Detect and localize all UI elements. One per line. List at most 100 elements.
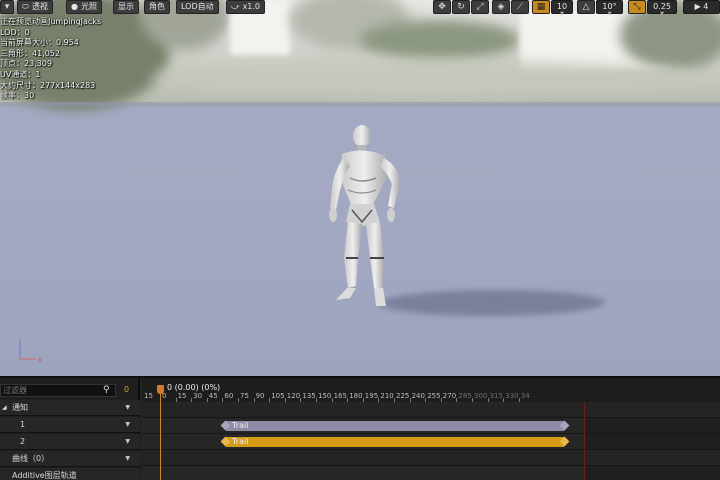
lit-sphere-icon: ● — [71, 2, 78, 11]
ruler-tick-label: 105 — [271, 392, 285, 400]
collapse-arrow-icon[interactable]: ◢ — [2, 400, 7, 416]
grid-snap-value-text: 10 — [556, 2, 568, 11]
playback-speed-label: x1.0 — [242, 2, 261, 11]
chevron-down-icon[interactable]: ▼ — [125, 417, 130, 433]
ruler-tick-label: 165 — [333, 392, 347, 400]
track-area[interactable]: 15 0 15 30 45 60 75 90 105 120 135 150 165 180 195 210 2… — [142, 378, 720, 480]
track-list: ⚲ 0 ◢ 通知 ▼ 1 ▼ 2 ▼ 曲线（0） ▼ Additive图层轨道 — [0, 378, 140, 480]
camera-speed-value-text: 4 — [703, 2, 709, 11]
ruler-tick-label: 225 — [396, 392, 410, 400]
ruler-tick-label: 240 — [411, 392, 425, 400]
search-icon[interactable]: ⚲ — [103, 385, 110, 395]
perspective-button[interactable]: ⬭ 透视 — [17, 0, 53, 14]
translate-icon[interactable]: ✥ — [433, 0, 451, 14]
additive-layer-label: Additive图层轨道 — [12, 471, 77, 480]
uv-channels-text: UV通道：1 — [0, 69, 41, 79]
filter-count: 0 — [124, 385, 130, 394]
scale-icon[interactable]: ⤢ — [471, 0, 489, 14]
vertices-text: 顶点：23,309 — [0, 59, 52, 69]
filter-row: ⚲ 0 — [0, 384, 140, 398]
ruler-tick-label: 135 — [302, 392, 316, 400]
notify-track-2-label: 2 — [20, 437, 26, 446]
ruler-tick-label: 315 — [489, 392, 503, 400]
ruler-tick-label: 180 — [349, 392, 363, 400]
character-shadow — [375, 290, 610, 316]
axis-gizmo-icon: x — [19, 339, 42, 364]
ruler-tick-label: 15 — [144, 392, 153, 400]
playback-speed-button[interactable]: ⤻ x1.0 — [226, 0, 266, 14]
approx-size-text: 大约尺寸：277x144x283 — [0, 80, 96, 90]
range-end-marker — [584, 402, 585, 480]
notify-track-1-row[interactable]: 1 ▼ — [0, 417, 140, 433]
rotate-icon[interactable]: ↻ — [452, 0, 470, 14]
perspective-label: 透视 — [31, 2, 48, 11]
chevron-down-icon[interactable]: ▼ — [125, 451, 130, 467]
scale-snap-value[interactable]: 0.25 ▼ — [647, 0, 677, 17]
character-label: 角色 — [149, 2, 165, 11]
curves-label: 曲线（0） — [12, 454, 50, 463]
surface-snap-icon[interactable]: ⟋ — [511, 0, 529, 14]
lit-label: 光照 — [80, 2, 97, 11]
ruler-tick-label: 285 — [458, 392, 472, 400]
ruler-tick-label: 330 — [505, 392, 519, 400]
filter-input[interactable] — [0, 384, 116, 397]
ruler-tick-label: 45 — [208, 392, 218, 400]
ruler-tick-label: 30 — [193, 392, 203, 400]
animation-viewport[interactable]: ▾ ⬭ 透视 ● 光照 显示 角色 LOD自动 ⤻ x1.0 ✥ ↻ ⤢ ◈ ⟋… — [0, 0, 720, 376]
rotate-snap-value[interactable]: 10° ▼ — [596, 0, 623, 17]
show-button[interactable]: 显示 — [113, 0, 139, 14]
show-label: 显示 — [118, 2, 134, 11]
rotate-snap-icon[interactable]: △ — [577, 0, 595, 14]
world-local-icon[interactable]: ◈ — [492, 0, 510, 14]
scale-snap-value-text: 0.25 — [653, 2, 671, 11]
playhead-line — [160, 394, 161, 480]
notify-track-1-label: 1 — [20, 420, 26, 429]
ruler-tick-label: 75 — [240, 392, 249, 400]
notify-trail-2[interactable]: Trail — [226, 437, 564, 447]
framerate-text: 帧率：30 — [0, 91, 35, 101]
lane-notifies — [142, 402, 720, 418]
screen-size-text: 当前屏幕大小：0.954 — [0, 38, 79, 48]
lod-text: LOD：0 — [0, 27, 30, 37]
rotate-snap-value-text: 10° — [602, 2, 617, 11]
grid-snap-caret-icon: ▼ — [560, 11, 564, 17]
lit-button[interactable]: ● 光照 — [66, 0, 102, 14]
notify-track-2-row[interactable]: 2 ▼ — [0, 434, 140, 450]
ruler-tick-label: 15 — [177, 392, 187, 400]
ruler-tick-label: 195 — [364, 392, 379, 400]
ruler-tick-label: 300 — [474, 392, 488, 400]
animation-timeline: ⚲ 0 ◢ 通知 ▼ 1 ▼ 2 ▼ 曲线（0） ▼ Additive图层轨道 … — [0, 376, 720, 480]
scale-snap-icon[interactable]: ⤡ — [628, 0, 646, 14]
ruler-tick-label: 120 — [286, 392, 301, 400]
svg-text:x: x — [38, 356, 42, 364]
notifies-row[interactable]: ◢ 通知 ▼ — [0, 400, 140, 416]
perspective-icon: ⬭ — [22, 2, 29, 11]
lod-label: LOD自动 — [181, 2, 214, 11]
camera-speed-value[interactable]: ▶ 4 — [683, 0, 720, 14]
mannequin-character[interactable] — [300, 118, 410, 313]
triangles-text: 三角形：41,052 — [0, 48, 60, 58]
chevron-down-icon[interactable]: ▼ — [125, 434, 130, 450]
notifies-label: 通知 — [12, 403, 28, 412]
notify-trail-1[interactable]: Trail — [226, 421, 564, 431]
curves-row[interactable]: 曲线（0） ▼ — [0, 451, 140, 467]
viewport-stats: 正在预览动画JumpingJacks LOD：0 当前屏幕大小：0.954 三角… — [0, 17, 101, 102]
chevron-down-icon[interactable]: ▼ — [125, 400, 130, 416]
additive-layer-row[interactable]: Additive图层轨道 — [0, 468, 140, 480]
camera-icon: ▶ — [694, 2, 704, 11]
grid-snap-value[interactable]: 10 ▼ — [551, 0, 573, 17]
playhead-handle[interactable] — [157, 385, 164, 394]
ruler-tick-label: 150 — [318, 392, 332, 400]
character-button[interactable]: 角色 — [144, 0, 170, 14]
viewport-options-button[interactable]: ▾ — [0, 0, 14, 14]
ruler-tick-label: 255 — [427, 392, 441, 400]
grid-snap-icon[interactable]: ▦ — [532, 0, 550, 14]
notify-trail-2-label: Trail — [232, 437, 249, 446]
scale-snap-caret-icon: ▼ — [660, 11, 664, 17]
lane-curves — [142, 450, 720, 466]
time-ruler[interactable]: 15 0 15 30 45 60 75 90 105 120 135 150 165 180 195 210 2… — [142, 378, 720, 402]
lane-additive — [142, 466, 720, 480]
ruler-tick-label: 34 — [520, 392, 530, 400]
lod-button[interactable]: LOD自动 — [176, 0, 219, 14]
horizon-line — [0, 102, 720, 106]
